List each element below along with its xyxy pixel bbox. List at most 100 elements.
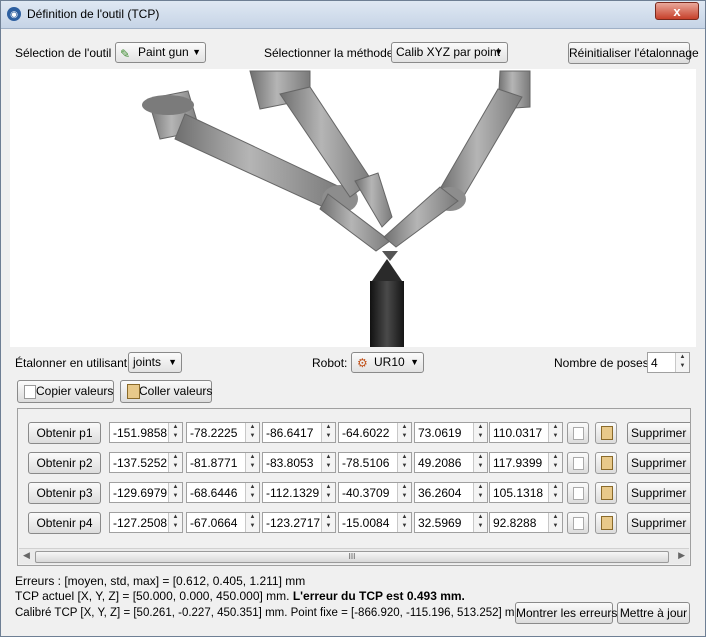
spin-arrows-icon[interactable]: ▲ ▼ [321, 423, 335, 442]
get-point-button[interactable]: Obtenir p1 [28, 422, 101, 444]
joint-value: -40.3709 [342, 486, 390, 500]
points-table: Obtenir p1 -151.9858 ▲ ▼ -78.2225 ▲ ▼ -86.6417 ▲… [17, 408, 691, 566]
paste-row-icon[interactable] [595, 452, 617, 474]
delete-point-button[interactable]: Supprimer p [627, 512, 690, 534]
calibrate-using-label: Étalonner en utilisant: [15, 356, 131, 370]
spin-arrows-icon[interactable]: ▲ ▼ [397, 423, 411, 442]
paste-row-icon[interactable] [595, 422, 617, 444]
title-bar[interactable]: ◉ Définition de l'outil (TCP) x [1, 1, 705, 29]
spin-arrows-icon[interactable]: ▲ ▼ [321, 513, 335, 532]
joint-value-spinbox[interactable]: 32.5969 ▲ ▼ [414, 512, 488, 533]
paste-values-label: Coller valeurs [139, 384, 213, 398]
copy-row-icon[interactable] [567, 482, 589, 504]
joint-value-spinbox[interactable]: 36.2604 ▲ ▼ [414, 482, 488, 503]
joint-value-spinbox[interactable]: -78.2225 ▲ ▼ [186, 422, 260, 443]
delete-point-button[interactable]: Supprimer p [627, 452, 690, 474]
delete-point-button[interactable]: Supprimer p [627, 422, 690, 444]
spin-arrows-icon[interactable]: ▲ ▼ [397, 483, 411, 502]
joint-value-spinbox[interactable]: -67.0664 ▲ ▼ [186, 512, 260, 533]
spin-arrows-icon[interactable]: ▲ ▼ [473, 423, 487, 442]
spin-arrows-icon[interactable]: ▲ ▼ [548, 423, 562, 442]
spin-arrows-icon[interactable]: ▲ ▼ [168, 423, 182, 442]
method-selection-label: Sélectionner la méthode : [264, 46, 401, 60]
get-point-button[interactable]: Obtenir p2 [28, 452, 101, 474]
spin-arrows-icon[interactable]: ▲ ▼ [548, 513, 562, 532]
joint-value: -83.8053 [266, 456, 314, 470]
spin-arrows-icon[interactable]: ▲ ▼ [245, 513, 259, 532]
joint-value-spinbox[interactable]: 92.8288 ▲ ▼ [489, 512, 563, 533]
close-button[interactable]: x [655, 2, 699, 20]
joint-value-spinbox[interactable]: 117.9399 ▲ ▼ [489, 452, 563, 473]
chevron-down-icon: ▼ [168, 357, 177, 367]
num-poses-value: 4 [651, 356, 658, 370]
get-point-button[interactable]: Obtenir p4 [28, 512, 101, 534]
joint-value-spinbox[interactable]: -127.2508 ▲ ▼ [109, 512, 183, 533]
horizontal-scrollbar[interactable]: ◀ III ▶ [19, 548, 689, 564]
copy-row-icon[interactable] [567, 452, 589, 474]
spin-arrows-icon[interactable]: ▲ ▼ [473, 483, 487, 502]
joint-value-spinbox[interactable]: -68.6446 ▲ ▼ [186, 482, 260, 503]
chevron-down-icon: ▼ [494, 47, 503, 57]
copy-icon [24, 385, 36, 399]
method-select[interactable]: Calib XYZ par point ▼ [391, 42, 508, 63]
joint-value-spinbox[interactable]: -64.6022 ▲ ▼ [338, 422, 412, 443]
joint-value-spinbox[interactable]: -78.5106 ▲ ▼ [338, 452, 412, 473]
copy-values-button[interactable]: Copier valeurs [17, 380, 114, 403]
spin-arrows-icon[interactable]: ▲ ▼ [321, 483, 335, 502]
delete-point-button[interactable]: Supprimer p [627, 482, 690, 504]
joint-value-spinbox[interactable]: -137.5252 ▲ ▼ [109, 452, 183, 473]
spin-arrows-icon[interactable]: ▲ ▼ [397, 453, 411, 472]
spin-arrows-icon[interactable]: ▲ ▼ [168, 483, 182, 502]
spin-arrows-icon[interactable]: ▲ ▼ [548, 453, 562, 472]
num-poses-spinbox[interactable]: 4 ▲ ▼ [647, 352, 690, 373]
joint-value-spinbox[interactable]: -15.0084 ▲ ▼ [338, 512, 412, 533]
spin-arrows-icon[interactable]: ▲ ▼ [168, 453, 182, 472]
joint-value-spinbox[interactable]: 49.2086 ▲ ▼ [414, 452, 488, 473]
spin-arrows-icon[interactable]: ▲ ▼ [245, 483, 259, 502]
joint-value: 49.2086 [418, 456, 462, 470]
calibrate-using-select[interactable]: joints ▼ [128, 352, 182, 373]
copy-row-icon[interactable] [567, 422, 589, 444]
spin-arrows-icon[interactable]: ▲ ▼ [473, 453, 487, 472]
3d-viewport[interactable] [10, 69, 696, 347]
spin-arrows-icon[interactable]: ▲ ▼ [548, 483, 562, 502]
joint-value-spinbox[interactable]: -129.6979 ▲ ▼ [109, 482, 183, 503]
scrollbar-thumb[interactable]: III [35, 551, 669, 563]
num-poses-label: Nombre de poses: [554, 356, 653, 370]
spin-arrows-icon[interactable]: ▲ ▼ [675, 353, 689, 372]
spin-arrows-icon[interactable]: ▲ ▼ [245, 423, 259, 442]
paste-icon [127, 384, 140, 399]
calibrate-using-value: joints [133, 355, 162, 369]
robot-select[interactable]: ⚙ UR10 ▼ [351, 352, 424, 373]
update-button[interactable]: Mettre à jour [617, 602, 690, 624]
spin-arrows-icon[interactable]: ▲ ▼ [397, 513, 411, 532]
paste-values-button[interactable]: Coller valeurs [120, 380, 212, 403]
scroll-right-icon[interactable]: ▶ [678, 550, 685, 561]
joint-value: -78.2225 [190, 426, 238, 440]
joint-value-spinbox[interactable]: -151.9858 ▲ ▼ [109, 422, 183, 443]
joint-value-spinbox[interactable]: 105.1318 ▲ ▼ [489, 482, 563, 503]
spin-arrows-icon[interactable]: ▲ ▼ [321, 453, 335, 472]
get-point-button[interactable]: Obtenir p3 [28, 482, 101, 504]
paste-row-icon[interactable] [595, 482, 617, 504]
joint-value-spinbox[interactable]: -81.8771 ▲ ▼ [186, 452, 260, 473]
joint-value-spinbox[interactable]: 73.0619 ▲ ▼ [414, 422, 488, 443]
robot-select-value: UR10 [374, 355, 405, 369]
tool-select[interactable]: ✎ Paint gun ▼ [115, 42, 206, 63]
reset-calibration-button[interactable]: Réinitialiser l'étalonnage [568, 42, 699, 64]
joint-value-spinbox[interactable]: -40.3709 ▲ ▼ [338, 482, 412, 503]
spin-arrows-icon[interactable]: ▲ ▼ [168, 513, 182, 532]
joint-value-spinbox[interactable]: -112.1329 ▲ ▼ [262, 482, 336, 503]
scroll-left-icon[interactable]: ◀ [23, 550, 30, 561]
joint-value-spinbox[interactable]: 110.0317 ▲ ▼ [489, 422, 563, 443]
joint-value-spinbox[interactable]: -123.2717 ▲ ▼ [262, 512, 336, 533]
spin-arrows-icon[interactable]: ▲ ▼ [245, 453, 259, 472]
joint-value-spinbox[interactable]: -86.6417 ▲ ▼ [262, 422, 336, 443]
robot-label: Robot: [312, 356, 348, 370]
chevron-down-icon: ▼ [192, 47, 201, 57]
spin-arrows-icon[interactable]: ▲ ▼ [473, 513, 487, 532]
paste-row-icon[interactable] [595, 512, 617, 534]
show-errors-button[interactable]: Montrer les erreurs [515, 602, 617, 624]
copy-row-icon[interactable] [567, 512, 589, 534]
joint-value-spinbox[interactable]: -83.8053 ▲ ▼ [262, 452, 336, 473]
